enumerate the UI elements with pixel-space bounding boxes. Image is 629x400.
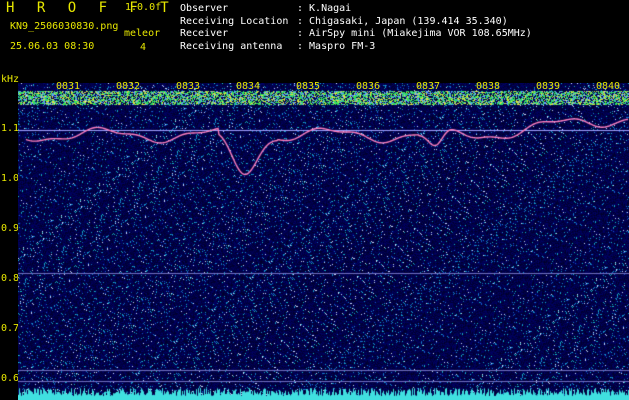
x-tick-label: 0837 [416,81,441,92]
x-tick-label: 0832 [116,81,141,92]
y-tick-label: 0.8 [1,273,20,284]
file-name: KN9_2506030830.png [10,21,119,32]
capture-datetime: 25.06.03 08:30 [10,41,95,52]
meteor-label: meleor [124,28,161,39]
info-row-antenna: Receiving antenna: Maspro FM-3 [180,40,376,52]
x-tick-label: 0835 [296,81,321,92]
info-row-receiver: Receiver: AirSpy mini (Miakejima VOR 108… [180,28,532,39]
app-version: 1.0.0f [125,2,162,13]
y-tick-label: 0.7 [1,323,20,334]
header-panel: H R O F F T 1.0.0f KN9_2506030830.png me… [0,0,629,78]
x-tick-label: 0833 [176,81,201,92]
meteor-count: 4 [140,42,147,53]
y-tick-label: 0.9 [1,223,20,234]
x-tick-label: 0838 [476,81,501,92]
x-tick-label: 0836 [356,81,381,92]
spectrogram-plot[interactable] [18,83,629,400]
x-tick-label: 0831 [56,81,81,92]
y-tick-label: 0.6 [1,373,20,384]
x-tick-label: 0840 [596,81,621,92]
x-tick-label: 0834 [236,81,261,92]
info-row-observer: Observer: K.Nagai [180,3,352,14]
station-info: Observer: K.Nagai Receiving Location: Ch… [180,3,532,53]
x-tick-label: 0839 [536,81,561,92]
y-tick-label: 1.0 [1,173,20,184]
y-tick-label: 1.1 [1,123,20,134]
axis-unit-label: kHz [1,74,20,85]
info-row-location: Receiving Location: Chigasaki, Japan (13… [180,15,508,27]
